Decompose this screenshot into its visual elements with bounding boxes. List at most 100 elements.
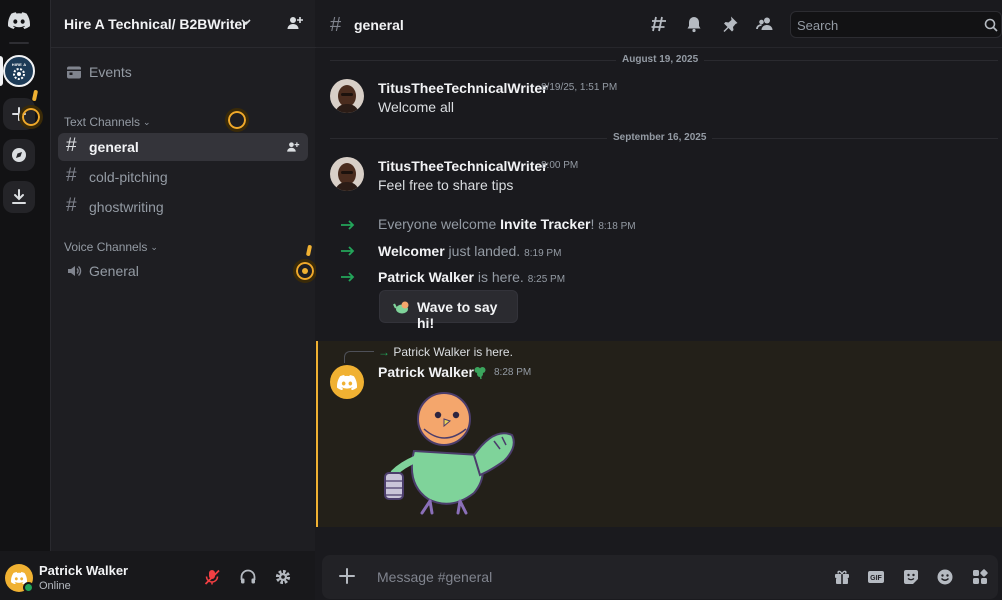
emoji-smile-icon — [937, 569, 953, 585]
system-user-link[interactable]: Invite Tracker — [500, 216, 590, 232]
message-timestamp: 8:25 PM — [527, 274, 566, 285]
category-text-channels[interactable]: Text Channels ⌄ — [64, 115, 151, 129]
system-user-link[interactable]: Welcomer — [378, 243, 445, 259]
channel-ghostwriting[interactable]: # ghostwriting — [58, 193, 308, 221]
message-timestamp: 8:00 PM — [541, 160, 579, 171]
chevron-down-icon: ⌄ — [150, 242, 158, 252]
system-user-link[interactable]: Patrick Walker — [378, 269, 474, 285]
microphone-muted-icon — [204, 569, 220, 585]
server-header[interactable]: Hire A Technical/ B2BWriter — [51, 0, 316, 48]
system-text: is here. — [473, 269, 524, 285]
gif-icon: GIF — [868, 571, 884, 583]
join-arrow-icon — [341, 272, 355, 282]
author-avatar[interactable] — [330, 365, 364, 399]
message-author[interactable]: TitusTheeTechnicalWriter — [378, 80, 548, 96]
join-arrow-icon — [341, 220, 355, 230]
gif-button[interactable]: GIF — [866, 567, 886, 587]
threads-button[interactable] — [649, 14, 669, 34]
channel-sidebar: Hire A Technical/ B2BWriter Events Text … — [50, 0, 316, 551]
message-timestamp: 8:28 PM — [494, 367, 532, 378]
author-avatar[interactable] — [330, 79, 364, 113]
notification-settings-button[interactable] — [684, 14, 704, 34]
sidebar-item-events[interactable]: Events — [58, 58, 308, 86]
sticker-icon — [904, 570, 918, 584]
discord-home-icon[interactable] — [3, 4, 35, 36]
member-list-button[interactable] — [755, 14, 775, 34]
mute-microphone-button[interactable] — [201, 566, 223, 588]
deafen-button[interactable] — [237, 566, 259, 588]
user-status: Online — [39, 580, 71, 592]
reply-connector — [344, 351, 374, 363]
message-text: Welcome all — [378, 99, 454, 115]
reply-preview[interactable]: → Patrick Walker is here. — [378, 345, 513, 359]
system-text: ! — [590, 216, 595, 232]
category-label: Voice Channels — [64, 240, 148, 254]
system-message: Patrick Walker is here. 8:25 PM — [378, 269, 565, 285]
server-icon-text: HIRE A — [11, 62, 27, 67]
hashtag-icon: # — [66, 195, 77, 216]
speaker-icon — [68, 265, 82, 277]
online-status-dot — [23, 582, 34, 593]
sticker-button[interactable] — [901, 567, 921, 587]
channel-name: cold-pitching — [89, 169, 168, 185]
calendar-icon — [67, 66, 81, 79]
channel-cold-pitching[interactable]: # cold-pitching — [58, 163, 308, 191]
gear-icon — [275, 569, 291, 585]
gift-icon — [835, 570, 849, 584]
join-arrow-icon — [341, 246, 355, 256]
date-divider-label: September 16, 2025 — [607, 132, 713, 143]
headphones-icon — [240, 569, 256, 584]
server-name: Hire A Technical/ B2BWriter — [64, 16, 248, 32]
invite-people-icon[interactable] — [286, 14, 304, 32]
channel-name: General — [89, 263, 139, 279]
channel-general[interactable]: # general — [58, 133, 308, 161]
apps-button[interactable] — [970, 567, 990, 587]
tutorial-ring — [225, 108, 249, 132]
message-timestamp: 8:18 PM — [598, 221, 636, 232]
voice-channel-general[interactable]: General — [58, 257, 308, 285]
server-rail: HIRE A — [0, 0, 50, 600]
compass-icon — [12, 148, 26, 162]
wave-bird-sticker-icon[interactable] — [376, 389, 521, 517]
discord-logo-icon — [337, 374, 357, 390]
message-composer: GIF — [322, 555, 998, 599]
bell-icon — [687, 17, 701, 33]
message-list: August 19, 2025 TitusTheeTechnicalWriter… — [316, 49, 1002, 550]
sidebar-item-label: Events — [89, 64, 132, 80]
create-invite-icon[interactable] — [286, 140, 300, 154]
message-author[interactable]: TitusTheeTechnicalWriter — [378, 158, 548, 174]
date-divider-label: August 19, 2025 — [616, 54, 705, 65]
clover-badge-icon — [474, 367, 486, 380]
wave-sticker-icon — [393, 301, 409, 314]
system-message: Everyone welcome Invite Tracker! 8:18 PM — [378, 216, 636, 232]
category-voice-channels[interactable]: Voice Channels ⌄ — [64, 240, 158, 254]
user-settings-button[interactable] — [272, 566, 294, 588]
message-timestamp: 8/19/25, 1:51 PM — [541, 82, 618, 93]
search-input[interactable] — [797, 16, 972, 34]
channel-header: # general — [316, 0, 1002, 48]
username: Patrick Walker — [39, 563, 129, 578]
tutorial-ring — [19, 105, 43, 129]
chevron-down-icon — [241, 19, 251, 26]
message-input[interactable] — [377, 567, 817, 587]
pinned-messages-button[interactable] — [720, 14, 740, 34]
category-label: Text Channels — [64, 115, 141, 129]
gift-button[interactable] — [832, 567, 852, 587]
channel-name: general — [89, 139, 139, 155]
download-apps-button[interactable] — [3, 181, 35, 213]
profile-photo-icon — [330, 157, 364, 191]
system-text: Everyone welcome — [378, 216, 501, 232]
upload-plus-icon[interactable] — [336, 565, 358, 587]
emoji-button[interactable] — [935, 567, 955, 587]
channel-title: general — [354, 17, 404, 33]
apps-grid-icon — [973, 569, 988, 584]
message-author[interactable]: Patrick Walker — [378, 364, 474, 380]
system-text: just landed. — [444, 243, 521, 259]
discover-button[interactable] — [3, 139, 35, 171]
server-icon[interactable]: HIRE A — [3, 55, 35, 87]
search-bar[interactable] — [790, 11, 1002, 38]
system-message: Welcomer just landed. 8:19 PM — [378, 243, 561, 259]
author-avatar[interactable] — [330, 157, 364, 191]
wave-to-say-hi-button[interactable]: Wave to say hi! — [379, 290, 518, 331]
tutorial-dot — [302, 268, 308, 274]
